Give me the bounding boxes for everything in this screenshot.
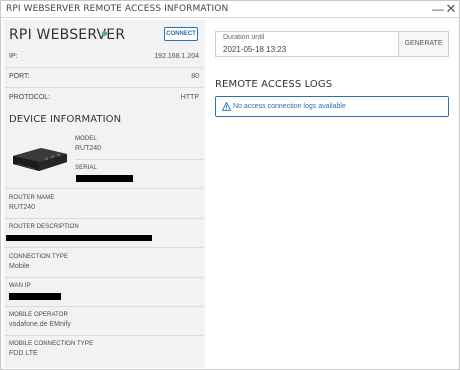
no-logs-alert: No access connection logs available (215, 96, 449, 117)
duration-until-field[interactable]: Duration until 2021-05-18 13:23 (215, 31, 399, 57)
router-image (13, 148, 67, 171)
connect-button[interactable]: CONNECT (164, 27, 198, 41)
wan-ip-label: WAN IP (9, 283, 31, 289)
connection-type-label: CONNECTION TYPE (9, 254, 69, 260)
port-row: PORT: 80 (9, 73, 199, 85)
divider (4, 247, 204, 248)
window-title: RPI WEBSERVER REMOTE ACCESS INFORMATION (6, 4, 229, 14)
warning-icon (222, 102, 231, 111)
duration-until-value: 2021-05-18 13:23 (223, 45, 287, 54)
port-label: PORT: (9, 73, 30, 80)
title-bar: RPI WEBSERVER REMOTE ACCESS INFORMATION … (1, 1, 459, 18)
device-name: RPI WEBSERVER (9, 27, 126, 43)
port-value: 80 (191, 73, 199, 80)
no-logs-message: No access connection logs available (233, 103, 346, 110)
mobile-operator-label: MOBILE OPERATOR (9, 312, 68, 318)
protocol-label: PROTOCOL: (9, 94, 51, 101)
connection-type-value: Mobile (9, 263, 30, 270)
router-name-label: ROUTER NAME (9, 195, 55, 201)
router-description-label: ROUTER DESCRIPTION (9, 224, 79, 230)
ip-label: IP: (9, 53, 18, 60)
remote-access-dialog: RPI WEBSERVER REMOTE ACCESS INFORMATION … (0, 0, 460, 370)
generate-button[interactable]: GENERATE (399, 31, 449, 57)
serial-redacted (76, 175, 133, 182)
divider (4, 67, 204, 68)
protocol-value: HTTP (180, 94, 199, 101)
router-name-value: RUT240 (9, 204, 36, 211)
divider (4, 188, 204, 189)
serial-label: SERIAL (75, 165, 97, 171)
remote-access-logs-heading: REMOTE ACCESS LOGS (215, 79, 333, 90)
access-panel (206, 20, 459, 368)
divider (4, 306, 204, 307)
mobile-connection-type-value: FDD LTE (9, 350, 38, 357)
close-button[interactable]: ✕ (444, 2, 458, 16)
wan-ip-redacted (9, 293, 61, 300)
model-label: MODEL (75, 136, 97, 142)
duration-until-label: Duration until (223, 34, 265, 41)
mobile-connection-type-label: MOBILE CONNECTION TYPE (9, 341, 94, 347)
model-value: RUT240 (75, 145, 102, 152)
online-status-dot (102, 31, 107, 36)
ip-value: 192.168.1.204 (154, 53, 199, 60)
divider (4, 87, 204, 88)
divider (4, 277, 204, 278)
minimize-button[interactable]: — (431, 2, 445, 16)
protocol-row: PROTOCOL: HTTP (9, 94, 199, 106)
mobile-operator-value: vodafone.de EMnify (9, 321, 71, 328)
divider (4, 218, 204, 219)
ip-row: IP: 192.168.1.204 (9, 53, 199, 65)
divider (4, 335, 204, 336)
router-description-redacted (6, 235, 152, 241)
divider (75, 159, 204, 160)
device-information-heading: DEVICE INFORMATION (9, 114, 122, 125)
